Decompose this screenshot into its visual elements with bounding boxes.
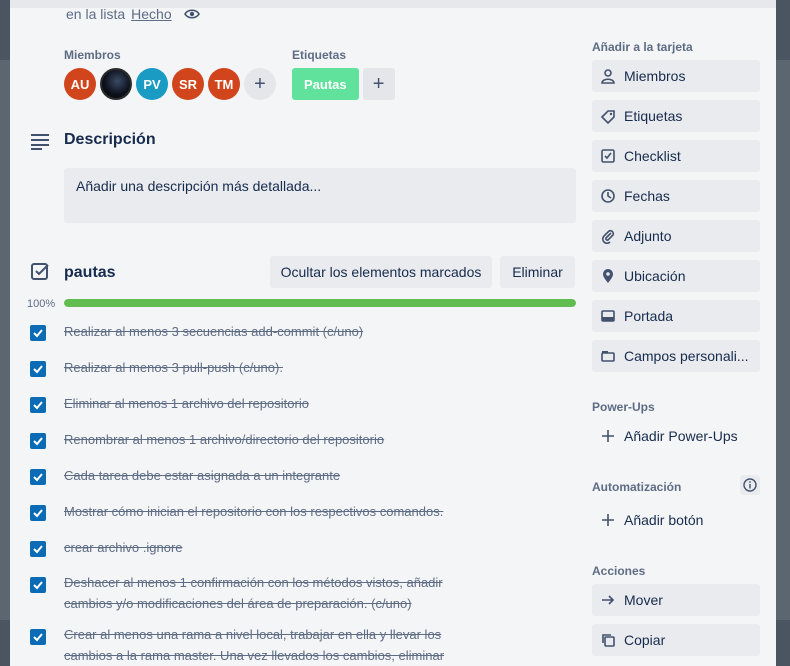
move-card-button[interactable]: Mover <box>592 584 760 616</box>
hide-checked-items-button[interactable]: Ocultar los elementos marcados <box>270 256 492 288</box>
checkbox-checked[interactable] <box>30 629 46 645</box>
checkbox-checked[interactable] <box>30 433 46 449</box>
sidebar-button-label: Fechas <box>624 188 670 204</box>
sidebar-attachment-button[interactable]: Adjunto <box>592 220 760 252</box>
avatar[interactable]: TM <box>208 68 240 100</box>
check-mark-icon <box>33 473 43 482</box>
check-mark-icon <box>33 581 43 590</box>
list-link[interactable]: Hecho <box>131 6 171 22</box>
cover-icon <box>601 310 615 322</box>
paperclip-icon <box>601 229 615 244</box>
add-label-button[interactable]: + <box>362 68 395 100</box>
sidebar-button-label: Miembros <box>624 68 686 84</box>
sidebar-members-button[interactable]: Miembros <box>592 60 760 92</box>
info-glyph <box>743 478 757 492</box>
arrow-right-icon <box>602 595 615 605</box>
members-heading: Miembros <box>64 48 121 62</box>
checklist-item-text[interactable]: Realizar al menos 3 secuencias add-commi… <box>64 321 494 342</box>
check-mark-icon <box>33 401 43 410</box>
checklist-item-text[interactable]: Mostrar cómo inician el repositorio con … <box>64 501 494 522</box>
description-icon <box>31 134 49 150</box>
sidebar-button-label: Ubicación <box>624 268 686 284</box>
checkbox-checked[interactable] <box>30 505 46 521</box>
check-mark-icon <box>33 365 43 374</box>
sidebar-custom-fields-button[interactable]: Campos personali... <box>592 340 760 372</box>
sidebar-dates-button[interactable]: Fechas <box>592 180 760 212</box>
card-detail-modal: en la lista Hecho Miembros AU PV SR TM +… <box>10 0 776 666</box>
label-chip[interactable]: Pautas <box>292 68 359 100</box>
custom-fields-icon <box>601 351 615 362</box>
description-input[interactable]: Añadir una descripción más detallada... <box>64 168 576 223</box>
automation-heading: Automatización <box>592 480 682 494</box>
pin-icon <box>603 269 613 283</box>
check-mark-icon <box>33 545 43 554</box>
progress-bar-fill <box>64 299 576 307</box>
member-avatars: AU PV SR TM + <box>64 68 276 100</box>
plus-icon <box>602 514 614 526</box>
delete-checklist-button[interactable]: Eliminar <box>500 256 575 288</box>
checklist-item-text[interactable]: Renombrar al menos 1 archivo/directorio … <box>64 429 494 450</box>
add-button-label: Añadir botón <box>624 512 704 528</box>
sidebar-button-label: Etiquetas <box>624 108 683 124</box>
checklist-item-text[interactable]: Crear al menos una rama a nivel local, t… <box>64 624 494 645</box>
copy-card-button[interactable]: Copiar <box>592 624 760 656</box>
check-mark-icon <box>33 437 43 446</box>
checkbox-checked[interactable] <box>30 577 46 593</box>
avatar[interactable]: AU <box>64 68 96 100</box>
add-to-card-heading: Añadir a la tarjeta <box>592 40 693 54</box>
sidebar-button-label: Campos personali... <box>624 348 749 364</box>
progress-bar <box>64 299 576 307</box>
avatar[interactable]: PV <box>136 68 168 100</box>
progress-percent: 100% <box>27 298 56 310</box>
add-member-button[interactable]: + <box>244 68 276 100</box>
checklist-item-text-line-2[interactable]: cambios a la rama master. Una vez llevad… <box>64 645 494 666</box>
check-mark-icon <box>33 509 43 518</box>
checkbox-checked[interactable] <box>30 361 46 377</box>
labels-heading: Etiquetas <box>292 48 347 62</box>
checkbox-checked[interactable] <box>30 469 46 485</box>
checklist-item-text[interactable]: Realizar al menos 3 pull-push (c/uno). <box>64 357 494 378</box>
clock-icon <box>601 189 615 203</box>
description-heading: Descripción <box>64 131 156 148</box>
check-mark-icon <box>33 633 43 642</box>
checklist-item-text[interactable]: Cada tarea debe estar asignada a un inte… <box>64 465 494 486</box>
sidebar-button-label: Adjunto <box>624 228 672 244</box>
avatar[interactable] <box>100 68 132 100</box>
add-powerups-label: Añadir Power-Ups <box>624 428 738 444</box>
sidebar-location-button[interactable]: Ubicación <box>592 260 760 292</box>
checkbox-checked[interactable] <box>30 397 46 413</box>
sidebar-button-label: Copiar <box>624 632 666 648</box>
info-icon[interactable] <box>740 475 760 495</box>
checklist-icon <box>601 149 615 163</box>
checkbox-checked[interactable] <box>30 325 46 341</box>
check-mark-icon <box>33 329 43 338</box>
board-right-edge <box>776 60 790 620</box>
checklist-item-text[interactable]: crear archivo .ignore <box>64 537 494 558</box>
checklist-item-text-line-2[interactable]: cambios y/o modificaciones del área de p… <box>64 593 494 614</box>
checkbox-checked[interactable] <box>30 541 46 557</box>
sidebar-button-label: Portada <box>624 308 674 324</box>
person-icon <box>601 69 615 84</box>
checklist-title[interactable]: pautas <box>64 264 116 282</box>
eye-icon[interactable] <box>183 8 200 20</box>
card-list-info: en la lista Hecho <box>66 6 200 22</box>
tag-icon <box>600 110 615 124</box>
label-list: Pautas + <box>292 68 395 100</box>
sidebar-button-label: Mover <box>624 592 663 608</box>
powerups-heading: Power-Ups <box>592 400 655 414</box>
sidebar-button-label: Checklist <box>624 148 681 164</box>
copy-icon <box>602 634 615 647</box>
sidebar-cover-button[interactable]: Portada <box>592 300 760 332</box>
in-list-prefix: en la lista <box>66 6 126 22</box>
add-button-button[interactable]: Añadir botón <box>592 504 760 536</box>
sidebar-checklist-button[interactable]: Checklist <box>592 140 760 172</box>
sidebar-labels-button[interactable]: Etiquetas <box>592 100 760 132</box>
actions-heading: Acciones <box>592 564 646 578</box>
checklist-item-text[interactable]: Deshacer al menos 1 confirmación con los… <box>64 572 494 593</box>
add-powerups-button[interactable]: Añadir Power-Ups <box>592 420 760 452</box>
avatar[interactable]: SR <box>172 68 204 100</box>
checklist-item-text[interactable]: Eliminar al menos 1 archivo del reposito… <box>64 393 494 414</box>
plus-icon <box>602 430 614 442</box>
checklist-icon <box>31 263 49 280</box>
